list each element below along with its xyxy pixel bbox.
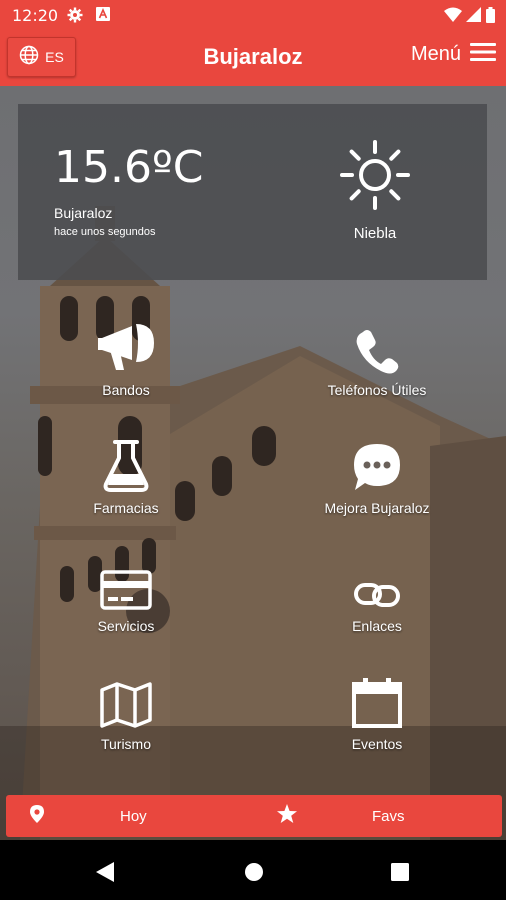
grid-label: Turismo	[100, 736, 152, 752]
app-bar: ES Bujaraloz Menú	[0, 30, 506, 86]
signal-icon	[465, 7, 481, 28]
farmacias-button[interactable]: Farmacias	[26, 436, 226, 516]
map-icon	[26, 672, 226, 728]
menu-label: Menú	[410, 43, 461, 65]
grid-label: Farmacias	[93, 500, 159, 516]
bandos-button[interactable]: Bandos	[26, 318, 226, 398]
turismo-button[interactable]: Turismo	[26, 672, 226, 752]
grid-label: Enlaces	[352, 618, 402, 634]
weather-temperature: 15.6ºC	[54, 142, 204, 193]
favs-label: Favs	[372, 807, 405, 825]
grid-label: Teléfonos Útiles	[327, 382, 427, 398]
recents-icon[interactable]	[391, 863, 409, 886]
system-nav-bar	[0, 842, 506, 900]
bottom-bar: Hoy Favs	[6, 795, 502, 837]
wifi-icon	[444, 7, 462, 28]
grid-label: Bandos	[102, 382, 150, 398]
enlaces-button[interactable]: Enlaces	[277, 554, 477, 634]
grid-label: Mejora Bujaraloz	[324, 500, 430, 516]
weather-card: 15.6ºC Bujaraloz hace unos segundos Nieb…	[18, 104, 487, 280]
weather-condition: Niebla	[353, 225, 397, 242]
weather-updated: hace unos segundos	[54, 226, 156, 238]
megaphone-icon	[26, 318, 226, 374]
home-icon[interactable]	[244, 862, 264, 887]
star-icon	[276, 803, 298, 829]
chat-bubble-icon	[277, 436, 477, 492]
eventos-button[interactable]: Eventos	[277, 672, 477, 752]
hamburger-icon	[470, 42, 496, 67]
calendar-icon	[277, 672, 477, 728]
flask-icon	[26, 436, 226, 492]
grid-label: Eventos	[351, 736, 403, 752]
back-icon[interactable]	[96, 862, 114, 887]
today-label: Hoy	[120, 807, 147, 825]
phone-icon	[277, 318, 477, 374]
favs-button[interactable]: Favs	[276, 795, 405, 837]
sun-icon	[340, 140, 410, 215]
today-button[interactable]: Hoy	[30, 795, 147, 837]
location-pin-icon	[30, 804, 44, 828]
status-time: 12:20	[12, 6, 59, 25]
telefonos-button[interactable]: Teléfonos Útiles	[277, 318, 477, 398]
weather-location: Bujaraloz	[54, 205, 113, 221]
app-notification-icon	[96, 7, 110, 26]
grid-label: Servicios	[97, 618, 155, 634]
mejora-button[interactable]: Mejora Bujaraloz	[277, 436, 477, 516]
menu-button[interactable]: Menú	[411, 42, 496, 67]
link-icon	[277, 554, 477, 610]
credit-card-icon	[26, 554, 226, 610]
gear-icon	[67, 7, 83, 28]
battery-icon	[486, 7, 495, 28]
servicios-button[interactable]: Servicios	[26, 554, 226, 634]
status-bar: 12:20	[0, 0, 506, 30]
